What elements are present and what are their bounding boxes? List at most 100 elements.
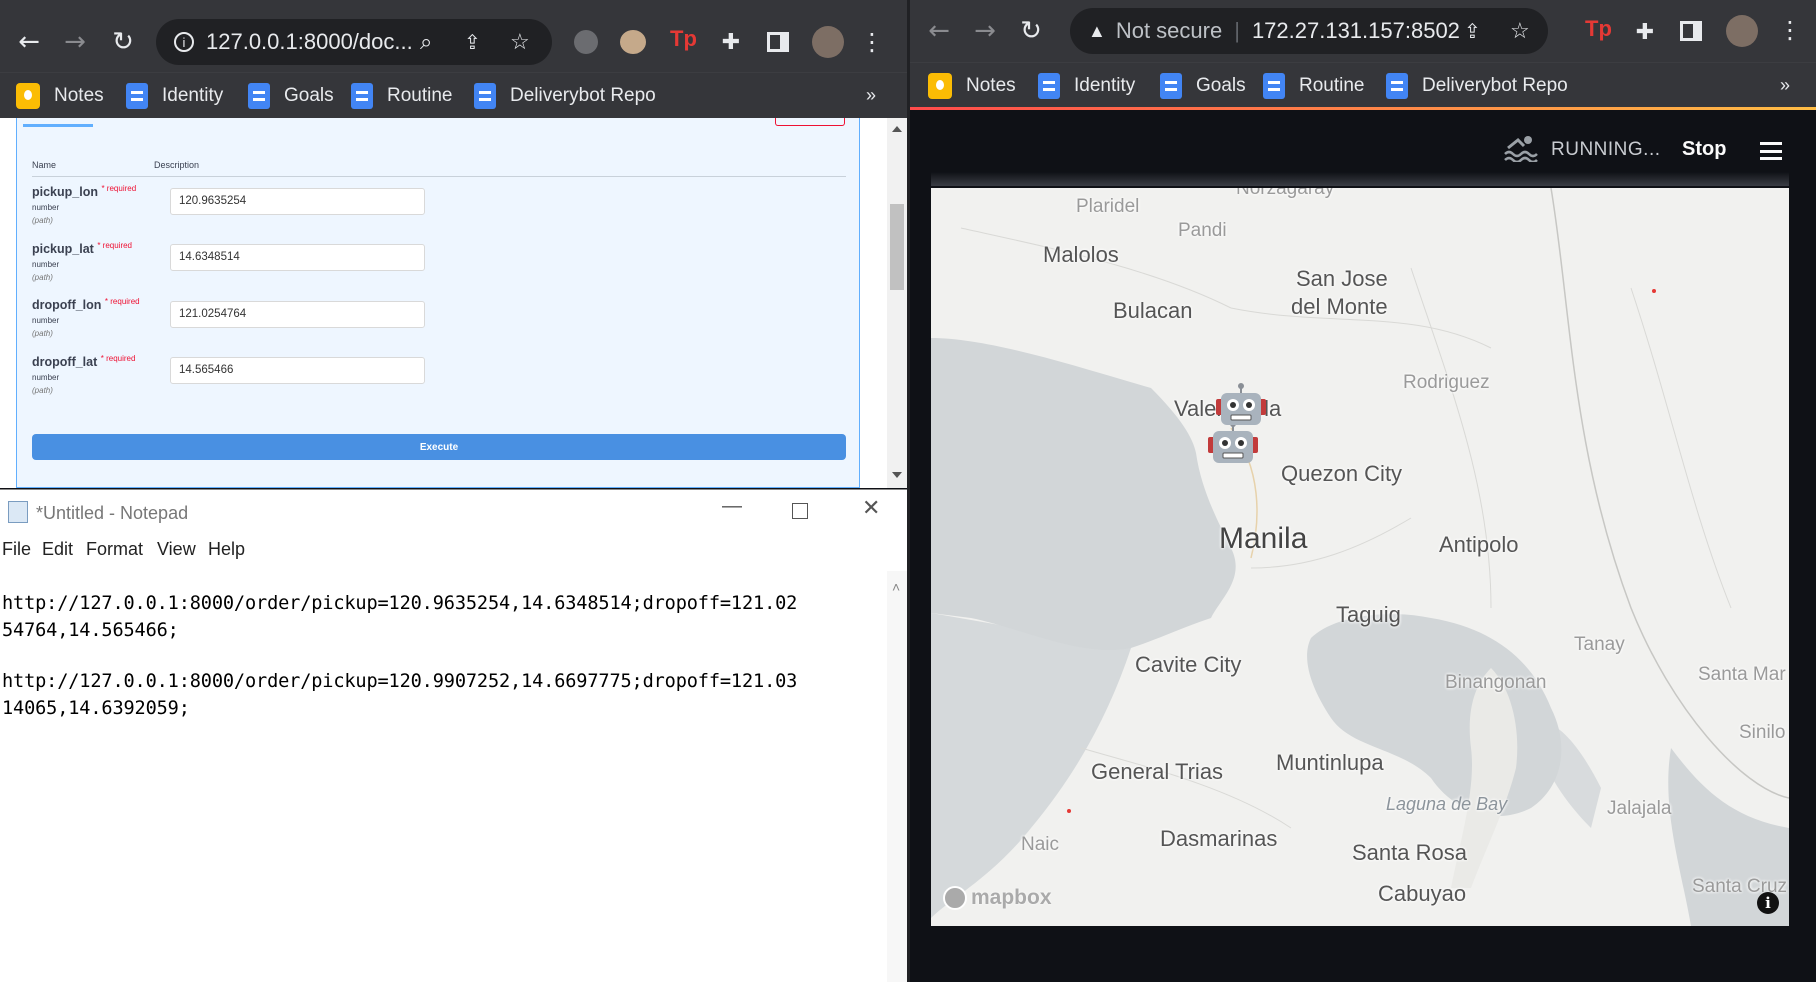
map-label: Plaridel xyxy=(1076,196,1140,217)
hamburger-menu-icon[interactable] xyxy=(1760,142,1782,160)
scroll-up-icon[interactable] xyxy=(892,126,902,132)
mapbox-logo[interactable]: mapbox xyxy=(943,886,1052,910)
map-label: Malolos xyxy=(1043,242,1119,267)
puzzle-icon[interactable]: ✚ xyxy=(1630,14,1660,50)
menu-kebab-icon[interactable]: ⋮ xyxy=(860,24,884,60)
notes-icon xyxy=(16,82,40,109)
maximize-icon[interactable] xyxy=(792,503,808,519)
param-type: number xyxy=(32,203,60,212)
share-icon[interactable]: ⇪ xyxy=(464,30,481,55)
doc-icon xyxy=(126,82,148,109)
menu-kebab-icon[interactable]: ⋮ xyxy=(1778,12,1802,48)
bookmarks-more-button[interactable]: » xyxy=(866,73,876,118)
bookmark-identity[interactable]: Identity xyxy=(126,73,223,118)
warning-icon: ▲ xyxy=(1088,20,1106,41)
avatar[interactable] xyxy=(812,26,844,58)
bookmark-goals[interactable]: Goals xyxy=(1160,63,1246,108)
info-icon[interactable]: i xyxy=(1757,892,1779,914)
column-header-name: Name xyxy=(32,160,57,170)
map-label: Muntinlupa xyxy=(1276,750,1384,775)
dropoff-lat-input[interactable]: 14.565466 xyxy=(170,357,425,384)
menu-edit[interactable]: Edit xyxy=(42,539,73,560)
tp-extension-icon[interactable]: Tp xyxy=(1585,16,1612,42)
bookmark-notes[interactable]: Notes xyxy=(16,73,104,118)
pickup-lon-input[interactable]: 120.9635254 xyxy=(170,188,425,215)
bookmark-identity[interactable]: Identity xyxy=(1038,63,1135,108)
notepad-window: *Untitled - Notepad — ✕ File Edit Format… xyxy=(0,489,907,982)
map-label: Cabuyao xyxy=(1378,881,1467,906)
reload-icon[interactable]: ↻ xyxy=(106,22,140,62)
info-icon[interactable]: i xyxy=(174,32,194,52)
star-icon[interactable]: ☆ xyxy=(510,29,530,55)
bookmark-deliverybot-repo[interactable]: Deliverybot Repo xyxy=(474,73,656,118)
map-view[interactable]: Norzagaray Plaridel Pandi Malolos San Jo… xyxy=(931,188,1789,926)
bookmark-notes[interactable]: Notes xyxy=(928,63,1016,108)
map-label: Quezon City xyxy=(1281,461,1403,486)
extension-icon[interactable] xyxy=(574,30,598,54)
menu-file[interactable]: File xyxy=(2,539,31,560)
left-browser-window: ← → ↻ i 127.0.0.1:8000/doc... ⌕ ⇪ ☆ Tp ✚… xyxy=(0,0,907,488)
bookmark-routine[interactable]: Routine xyxy=(1263,63,1365,108)
menu-view[interactable]: View xyxy=(157,539,196,560)
mapbox-icon xyxy=(943,886,967,910)
param-location: (path) xyxy=(32,216,53,225)
map-label: Sinilo xyxy=(1739,722,1786,743)
dropoff-lon-input[interactable]: 121.0254764 xyxy=(170,301,425,328)
bookmark-goals[interactable]: Goals xyxy=(248,73,334,118)
map-label: Cavite City xyxy=(1135,652,1242,677)
map-label: Bulacan xyxy=(1113,298,1193,323)
page-scrollbar[interactable] xyxy=(887,118,907,488)
notes-icon xyxy=(928,72,952,99)
map-marker-dot xyxy=(1067,809,1071,813)
bookmark-routine[interactable]: Routine xyxy=(351,73,453,118)
close-icon[interactable]: ✕ xyxy=(862,495,880,521)
param-type: number xyxy=(32,260,60,269)
tp-extension-icon[interactable]: Tp xyxy=(670,26,697,52)
address-bar[interactable]: i 127.0.0.1:8000/doc... ⌕ ⇪ ☆ xyxy=(156,19,552,65)
map-label: Jalajala xyxy=(1607,798,1672,819)
back-icon[interactable]: ← xyxy=(924,12,954,50)
stop-button[interactable]: Stop xyxy=(1682,138,1726,161)
reload-icon[interactable]: ↻ xyxy=(1016,12,1046,50)
back-icon[interactable]: ← xyxy=(12,22,46,62)
scroll-down-icon[interactable] xyxy=(892,472,902,478)
forward-icon[interactable]: → xyxy=(970,12,1000,50)
side-panel-icon[interactable] xyxy=(767,32,789,52)
cancel-button[interactable] xyxy=(775,118,845,126)
toolbar: ← → ↻ ▲ Not secure | 172.27.131.157:8502… xyxy=(910,0,1816,62)
map-label: Santa Rosa xyxy=(1352,840,1467,865)
param-location: (path) xyxy=(32,329,53,338)
robot-icon[interactable] xyxy=(1207,421,1259,465)
robot-icon[interactable] xyxy=(1215,383,1267,427)
doc-icon xyxy=(474,82,496,109)
url-text: 172.27.131.157:8502 xyxy=(1251,18,1460,43)
notepad-scrollbar[interactable]: ˄ xyxy=(887,571,907,982)
avatar[interactable] xyxy=(1726,15,1758,47)
bookmarks-more-button[interactable]: » xyxy=(1780,63,1790,108)
param-name: dropoff_lon xyxy=(32,298,102,313)
security-label[interactable]: Not secure xyxy=(1116,18,1222,44)
notepad-icon xyxy=(8,501,28,523)
menu-help[interactable]: Help xyxy=(208,539,245,560)
extension-icon[interactable] xyxy=(620,30,646,54)
pickup-lat-input[interactable]: 14.6348514 xyxy=(170,244,425,271)
minimize-icon[interactable]: — xyxy=(722,495,742,518)
bookmark-deliverybot-repo[interactable]: Deliverybot Repo xyxy=(1386,63,1568,108)
puzzle-icon[interactable]: ✚ xyxy=(716,24,746,60)
execute-button[interactable]: Execute xyxy=(32,434,846,460)
map-marker-dot xyxy=(1652,289,1656,293)
menu-format[interactable]: Format xyxy=(86,539,143,560)
doc-icon xyxy=(248,82,270,109)
forward-icon[interactable]: → xyxy=(58,22,92,62)
side-panel-icon[interactable] xyxy=(1680,21,1702,41)
zoom-icon[interactable]: ⌕ xyxy=(420,29,432,55)
address-bar[interactable]: ▲ Not secure | 172.27.131.157:8502 ⇪ ☆ xyxy=(1070,8,1548,54)
required-tag: * required xyxy=(97,241,132,250)
star-icon[interactable]: ☆ xyxy=(1510,18,1530,44)
scroll-up-icon[interactable]: ˄ xyxy=(892,579,900,595)
scroll-thumb[interactable] xyxy=(890,204,904,290)
window-title: *Untitled - Notepad xyxy=(36,503,189,523)
share-icon[interactable]: ⇪ xyxy=(1464,19,1481,44)
map-label: General Trias xyxy=(1091,759,1224,784)
header-divider xyxy=(32,176,846,177)
